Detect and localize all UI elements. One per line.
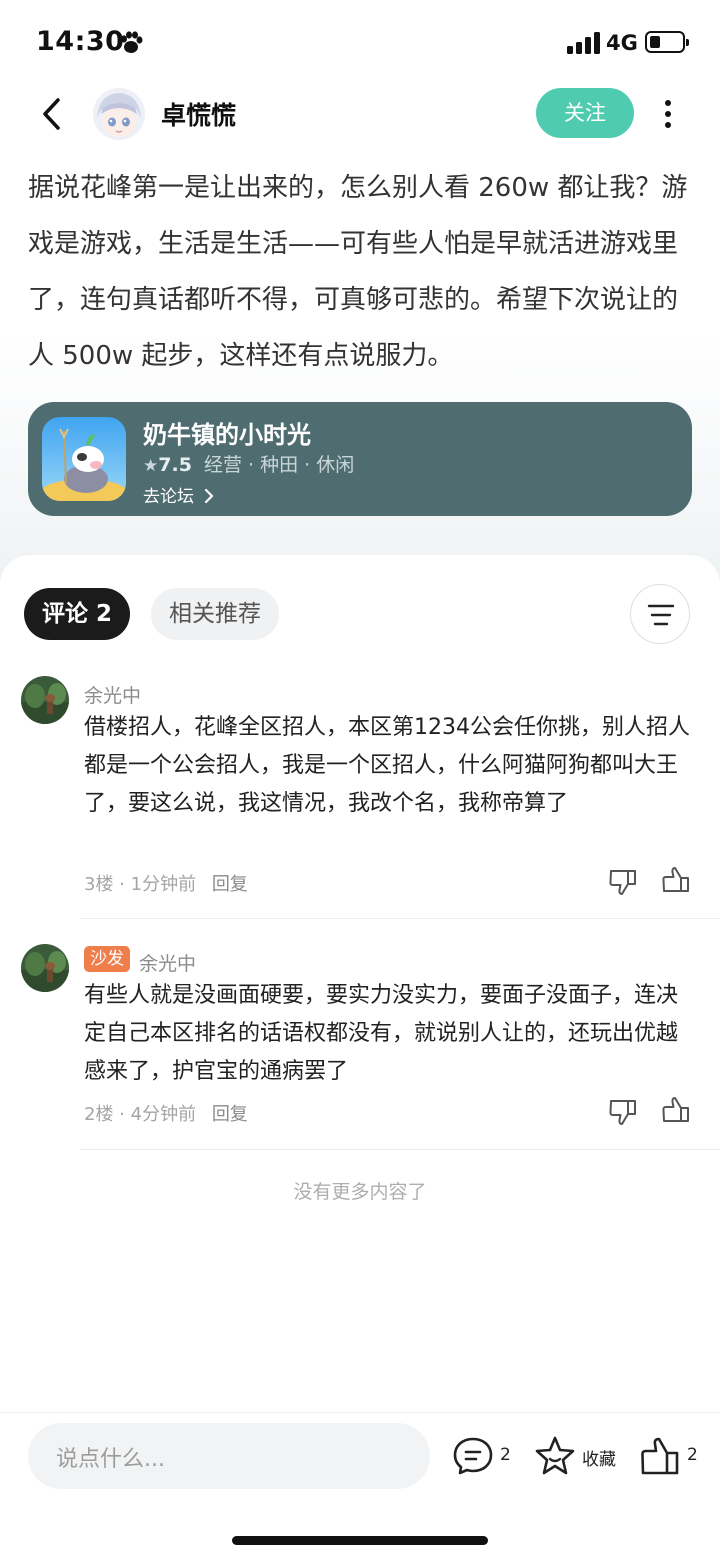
network-type: 4G (606, 31, 638, 55)
author-name[interactable]: 卓慌慌 (161, 96, 236, 132)
comment-divider (80, 1149, 720, 1150)
like-count: 2 (687, 1445, 698, 1465)
comment-floor: 2楼 (84, 1104, 114, 1125)
no-more-content: 没有更多内容了 (293, 1181, 427, 1203)
follow-button[interactable]: 关注 (536, 88, 634, 138)
more-vertical-icon[interactable] (658, 96, 678, 132)
comment-input[interactable]: 说点什么... (28, 1423, 430, 1489)
sofa-badge: 沙发 (84, 946, 130, 972)
chevron-right-icon (205, 488, 214, 504)
game-icon (42, 417, 126, 501)
tab-comments[interactable]: 评论 2 (24, 588, 131, 640)
tab-related[interactable]: 相关推荐 (151, 588, 279, 640)
favorite-label: 收藏 (582, 1450, 616, 1470)
comment-input-placeholder: 说点什么... (56, 1447, 165, 1472)
commenter-name[interactable]: 余光中 (84, 681, 141, 708)
status-time: 14:30 (36, 26, 125, 57)
comment-text: 有些人就是没画面硬要，要实力没实力，要面子没面子，连决定自己本区排名的话语权都没… (84, 983, 679, 1084)
comment-divider (80, 918, 720, 919)
game-card[interactable]: 奶牛镇的小时光 ★7.5 经营 · 种田 · 休闲 去论坛 (28, 402, 692, 516)
thumb-up-icon[interactable] (661, 865, 691, 895)
game-meta: ★7.5 经营 · 种田 · 休闲 (143, 450, 354, 477)
commenter-avatar[interactable] (21, 944, 69, 992)
game-tags: 经营 · 种田 · 休闲 (204, 454, 355, 476)
landscape-avatar-image (21, 944, 69, 992)
signal-icon (567, 32, 600, 54)
go-forum-link[interactable]: 去论坛 (143, 482, 215, 507)
commenter-avatar[interactable] (21, 676, 69, 724)
reply-button[interactable]: 回复 (212, 1104, 248, 1125)
paw-icon (121, 31, 143, 53)
like-button[interactable]: 2 (639, 1435, 701, 1479)
sort-icon (647, 604, 675, 626)
comment-count: 2 (500, 1445, 511, 1465)
thumb-up-icon[interactable] (661, 1095, 691, 1125)
game-rating: 7.5 (158, 454, 192, 476)
comment-time: 1分钟前 (130, 874, 197, 895)
battery-icon (645, 31, 689, 53)
post-header: 卓慌慌 关注 (0, 86, 720, 146)
star-icon: ★ (143, 456, 159, 476)
comment-button[interactable]: 2 (452, 1435, 514, 1479)
bottom-action-bar: 说点什么... 2 收藏 2 (0, 1412, 720, 1559)
thumb-down-icon[interactable] (608, 1097, 638, 1127)
landscape-avatar-image (21, 676, 69, 724)
author-avatar[interactable] (93, 88, 145, 140)
home-indicator (232, 1536, 488, 1545)
comments-count: 2 (96, 601, 113, 627)
back-arrow-icon[interactable] (36, 92, 70, 136)
comment-meta: 3楼 · 1分钟前 回复 (84, 874, 248, 895)
anime-avatar-image (93, 88, 145, 140)
comment-time: 4分钟前 (130, 1104, 197, 1125)
thumb-down-icon[interactable] (608, 867, 638, 897)
comment-meta: 2楼 · 4分钟前 回复 (84, 1104, 248, 1125)
battery-level (650, 36, 660, 48)
post-body: 据说花峰第一是让出来的，怎么别人看 260w 都让我？游戏是游戏，生活是生活——… (28, 173, 688, 371)
commenter-name[interactable]: 余光中 (139, 949, 196, 976)
comment-bubble-icon (453, 1437, 493, 1475)
game-name: 奶牛镇的小时光 (143, 421, 311, 449)
thumb-up-icon (641, 1437, 679, 1475)
status-bar: 14:30 4G (0, 0, 720, 86)
reply-button[interactable]: 回复 (212, 874, 248, 895)
favorite-star-icon (535, 1436, 575, 1475)
go-forum-label: 去论坛 (143, 487, 194, 507)
sort-button[interactable] (630, 584, 690, 644)
comment-text: 借楼招人，花峰全区招人，本区第1234公会任你挑，别人招人都是一个公会招人，我是… (84, 715, 690, 816)
favorite-button[interactable]: 收藏 (534, 1435, 620, 1479)
game-art-image (42, 417, 126, 501)
comment-floor: 3楼 (84, 874, 114, 895)
comments-panel: 评论 2 相关推荐 余光中 借楼招人，花峰全区招人，本区第1234公会任你挑，别… (0, 555, 720, 1435)
